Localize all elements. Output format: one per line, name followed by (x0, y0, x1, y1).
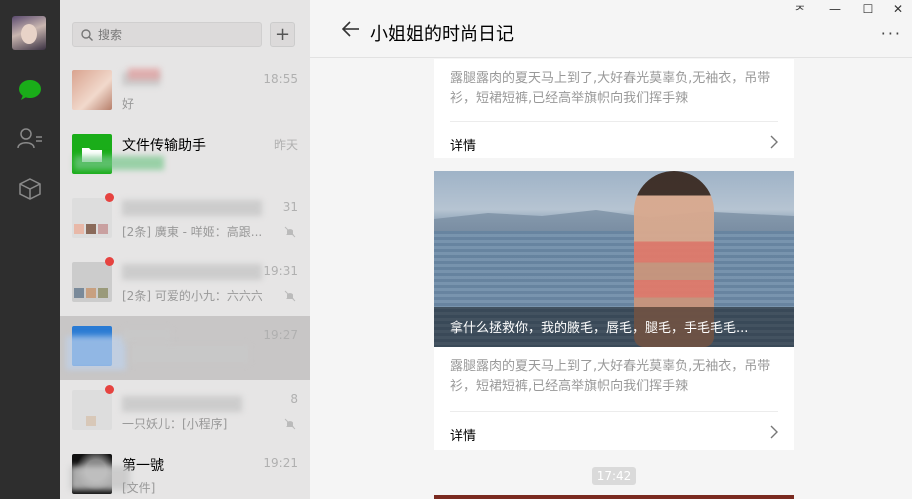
chat-time: 31 (282, 200, 298, 214)
chat-avatar (72, 70, 112, 110)
group-avatar (72, 198, 112, 238)
chat-item[interactable]: 第一號 [文件] 19:21 (60, 444, 310, 499)
chat-item[interactable]: 文件传输助手 昨天 (60, 124, 310, 188)
navigation-sidebar (0, 0, 60, 499)
close-button[interactable]: ✕ (888, 2, 908, 16)
chat-name: 文件传输助手 (122, 138, 206, 154)
chevron-right-icon (770, 425, 778, 439)
detail-link[interactable]: 详情 (450, 135, 476, 154)
mute-icon (284, 290, 296, 302)
chat-time: 8 (290, 392, 298, 406)
chat-last-message: 一只妖儿：[小程序] (122, 417, 228, 431)
user-avatar[interactable] (12, 16, 46, 50)
unread-dot (105, 385, 114, 394)
chat-last-message: [2条] 廣東 - 咩姬：高跟... (122, 225, 262, 239)
chat-item[interactable]: [2条] 廣東 - 咩姬：高跟... 31 (60, 188, 310, 252)
article-cover-image[interactable]: 拿什么拯救你，我的腋毛，唇毛，腿毛，手毛毛毛... (434, 171, 794, 347)
unread-dot (105, 193, 114, 202)
conversation-header: 小姐姐的时尚日记 ··· ᅎ — ☐ ✕ (310, 0, 912, 58)
chat-icon[interactable] (15, 75, 45, 105)
detail-link[interactable]: 详情 (450, 425, 476, 444)
pin-button[interactable]: ᅎ (790, 2, 810, 19)
more-options-button[interactable]: ··· (881, 24, 902, 43)
chat-last-message: [2条] 可爱的小九：六六六 (122, 289, 262, 303)
chat-item[interactable]: 一只妖儿：[小程序] 8 (60, 380, 310, 444)
chat-time: 19:31 (263, 264, 298, 278)
add-button[interactable]: + (270, 22, 295, 47)
article-card[interactable]: 露腿露肉的夏天马上到了,大好春光莫辜负,无袖衣，吊带衫，短裙短裤,已经高举旗帜向… (434, 347, 794, 450)
chat-last-message: 好 (122, 97, 135, 111)
chat-time: 昨天 (273, 138, 298, 152)
chat-time: 18:55 (263, 72, 298, 86)
next-article-card[interactable] (434, 495, 794, 499)
conversation-panel: 小姐姐的时尚日记 ··· ᅎ — ☐ ✕ 露腿露肉的夏天马上到了,大好春光莫辜负… (310, 0, 912, 499)
mini-programs-icon[interactable] (15, 174, 45, 204)
chat-last-message: [文件] (122, 481, 156, 495)
unread-dot (105, 257, 114, 266)
group-avatar (72, 390, 112, 430)
group-avatar (72, 262, 112, 302)
chat-list-pane: + 好 18:55 文件传输助手 昨天 [2条] 廣東 - 咩姬：高跟... 3… (60, 0, 310, 499)
timestamp-badge: 17:42 (592, 467, 636, 485)
chat-item[interactable]: 好 18:55 (60, 60, 310, 124)
search-icon (81, 28, 93, 41)
back-arrow-icon[interactable] (342, 21, 360, 37)
maximize-button[interactable]: ☐ (858, 2, 878, 16)
chat-time: 19:27 (263, 328, 298, 342)
article-description: 露腿露肉的夏天马上到了,大好春光莫辜负,无袖衣，吊带衫，短裙短裤,已经高举旗帜向… (450, 359, 771, 394)
article-card[interactable]: 露腿露肉的夏天马上到了,大好春光莫辜负,无袖衣，吊带衫，短裙短裤,已经高举旗帜向… (434, 59, 794, 158)
chat-time: 19:21 (263, 456, 298, 470)
contacts-icon[interactable] (15, 123, 45, 153)
search-box[interactable] (72, 22, 262, 47)
chat-item[interactable]: [2条] 可爱的小九：六六六 19:31 (60, 252, 310, 316)
mute-icon (284, 226, 296, 238)
search-input[interactable] (98, 27, 248, 42)
conversation-title: 小姐姐的时尚日记 (370, 24, 514, 45)
chevron-right-icon (770, 135, 778, 149)
article-title: 拿什么拯救你，我的腋毛，唇毛，腿毛，手毛毛毛... (450, 321, 749, 336)
mute-icon (284, 418, 296, 430)
article-description: 露腿露肉的夏天马上到了,大好春光莫辜负,无袖衣，吊带衫，短裙短裤,已经高举旗帜向… (450, 71, 771, 106)
chat-item-selected[interactable]: 19:27 (60, 316, 310, 380)
minimize-button[interactable]: — (825, 2, 845, 16)
